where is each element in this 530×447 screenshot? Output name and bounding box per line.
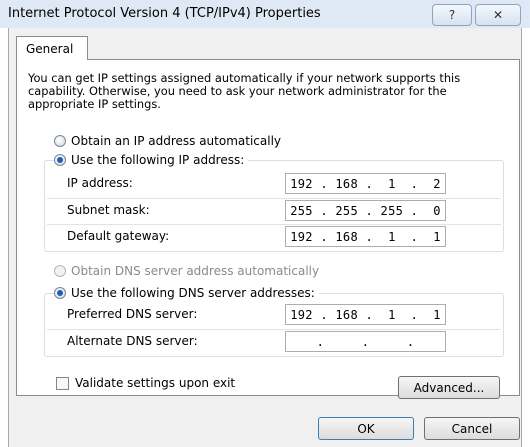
default-gateway-label: Default gateway: bbox=[67, 229, 170, 243]
alternate-dns-label: Alternate DNS server: bbox=[67, 334, 198, 348]
description-text: You can get IP settings assigned automat… bbox=[28, 71, 461, 111]
preferred-dns-input[interactable]: 192 . 168 . 1 . 1 bbox=[285, 304, 446, 325]
subnet-mask-row: Subnet mask: 255 . 255 . 255 . 0 bbox=[45, 199, 503, 222]
obtain-ip-auto-label: Obtain an IP address automatically bbox=[71, 134, 282, 148]
obtain-dns-auto-label: Obtain DNS server address automatically bbox=[71, 264, 320, 278]
use-following-dns-radio[interactable]: Use the following DNS server addresses: bbox=[54, 286, 319, 300]
ip-address-label: IP address: bbox=[67, 176, 133, 190]
checkbox-unchecked-icon bbox=[56, 376, 69, 390]
ip-address-input[interactable]: 192 . 168 . 1 . 2 bbox=[285, 173, 446, 194]
ok-button[interactable]: OK bbox=[318, 417, 414, 440]
advanced-button[interactable]: Advanced... bbox=[398, 376, 500, 399]
subnet-mask-label: Subnet mask: bbox=[67, 203, 150, 217]
tab-general-label: General bbox=[26, 42, 74, 56]
radio-disabled-icon bbox=[54, 265, 66, 277]
help-button[interactable]: ? bbox=[432, 4, 472, 26]
cancel-button[interactable]: Cancel bbox=[424, 417, 520, 440]
tab-general[interactable]: General bbox=[16, 36, 88, 60]
close-icon: ✕ bbox=[492, 8, 504, 22]
dns-server-group: Preferred DNS server: 192 . 168 . 1 . 1 … bbox=[44, 293, 504, 357]
radio-unchecked-icon bbox=[54, 135, 66, 147]
alternate-dns-row: Alternate DNS server: . . . bbox=[45, 330, 503, 353]
radio-checked-icon bbox=[54, 154, 66, 166]
validate-settings-checkbox[interactable]: Validate settings upon exit bbox=[56, 376, 235, 390]
validate-settings-label: Validate settings upon exit bbox=[75, 376, 236, 390]
ip-address-group: IP address: 192 . 168 . 1 . 2 Subnet mas… bbox=[44, 160, 504, 252]
radio-checked-icon bbox=[54, 287, 66, 299]
help-icon: ? bbox=[448, 8, 456, 22]
subnet-mask-input[interactable]: 255 . 255 . 255 . 0 bbox=[285, 200, 446, 221]
preferred-dns-row: Preferred DNS server: 192 . 168 . 1 . 1 bbox=[45, 303, 503, 326]
default-gateway-input[interactable]: 192 . 168 . 1 . 1 bbox=[285, 226, 446, 247]
close-button[interactable]: ✕ bbox=[475, 4, 521, 26]
use-following-ip-radio[interactable]: Use the following IP address: bbox=[54, 153, 249, 167]
ip-address-row: IP address: 192 . 168 . 1 . 2 bbox=[45, 172, 503, 195]
alternate-dns-input[interactable]: . . . bbox=[285, 331, 446, 352]
use-following-ip-label: Use the following IP address: bbox=[71, 153, 245, 167]
window-title: Internet Protocol Version 4 (TCP/IPv4) P… bbox=[8, 6, 321, 21]
obtain-ip-auto-radio[interactable]: Obtain an IP address automatically bbox=[54, 134, 286, 148]
default-gateway-row: Default gateway: 192 . 168 . 1 . 1 bbox=[45, 225, 503, 248]
title-bar: Internet Protocol Version 4 (TCP/IPv4) P… bbox=[0, 0, 530, 28]
obtain-dns-auto-radio[interactable]: Obtain DNS server address automatically bbox=[54, 264, 324, 278]
use-following-dns-label: Use the following DNS server addresses: bbox=[71, 286, 315, 300]
preferred-dns-label: Preferred DNS server: bbox=[67, 307, 198, 321]
